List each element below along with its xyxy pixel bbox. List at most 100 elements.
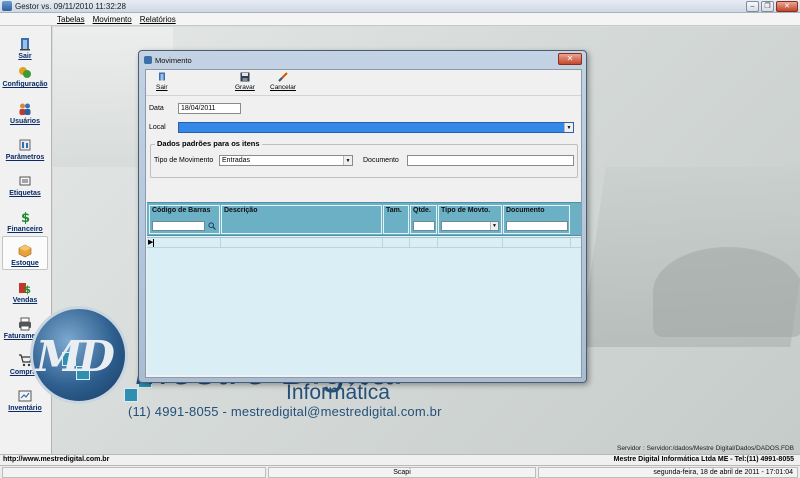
- tipo-movimento-label: Tipo de Movimento: [154, 157, 214, 164]
- sidebar-item-usuarios[interactable]: Usuários: [2, 93, 48, 127]
- minimize-button[interactable]: –: [746, 1, 759, 12]
- menu-bar: Tabelas Movimento Relatórios: [0, 13, 800, 26]
- svg-text:$: $: [21, 211, 30, 224]
- cancelar-button[interactable]: Cancelar: [270, 72, 296, 94]
- col-header: Tipo de Movto.: [441, 207, 491, 214]
- sidebar-item-label: Estoque: [11, 260, 39, 267]
- sidebar-item-estoque[interactable]: Estoque: [2, 236, 48, 270]
- table-cell-divider: [570, 238, 571, 247]
- users-icon: [19, 103, 31, 115]
- col-qtde: Qtde.: [410, 205, 437, 234]
- search-icon[interactable]: [208, 222, 216, 230]
- grid-documento-input[interactable]: [506, 221, 568, 231]
- printer-icon: [19, 317, 31, 331]
- background-shape: [653, 247, 800, 337]
- chevron-down-icon[interactable]: ▼: [343, 156, 352, 165]
- tipo-movimento-value: Entradas: [222, 157, 251, 164]
- gravar-button[interactable]: Gravar: [235, 72, 255, 94]
- documento-input[interactable]: [407, 155, 574, 166]
- tipo-movto-select[interactable]: ▼: [441, 221, 499, 231]
- menu-relatorios[interactable]: Relatórios: [139, 14, 177, 25]
- chevron-down-icon[interactable]: ▼: [564, 123, 573, 132]
- movimento-dialog: Movimento ✕ Sair Gravar Cancelar Data 18…: [138, 50, 587, 383]
- website-link[interactable]: http://www.mestredigital.com.br: [3, 456, 109, 463]
- data-label: Data: [149, 105, 164, 112]
- inventory-icon: [18, 390, 32, 402]
- sidebar-item-etiquetas[interactable]: Etiquetas: [2, 165, 48, 199]
- local-label: Local: [149, 124, 166, 131]
- sales-icon: $: [19, 283, 31, 295]
- dialog-body: Sair Gravar Cancelar Data 18/04/2011 Loc…: [145, 69, 582, 378]
- status-bar-top: http://www.mestredigital.com.br Mestre D…: [0, 454, 800, 465]
- items-grid-body[interactable]: ▶: [147, 237, 581, 375]
- sidebar-item-label: Usuários: [10, 118, 40, 125]
- chevron-down-icon[interactable]: ▼: [490, 222, 498, 230]
- sidebar-item-label: Etiquetas: [9, 190, 41, 197]
- table-cell-divider: [502, 238, 503, 247]
- dialog-titlebar[interactable]: Movimento ✕: [139, 51, 586, 69]
- sair-button[interactable]: Sair: [156, 72, 168, 94]
- col-documento: Documento: [503, 205, 570, 234]
- labels-icon: [19, 176, 31, 186]
- col-codigo-barras: Código de Barras: [149, 205, 220, 234]
- dialog-close-button[interactable]: ✕: [558, 53, 582, 65]
- status-user: Scapi: [268, 467, 536, 478]
- window-controls: – ❐ ✕: [746, 1, 798, 12]
- parameters-icon: [19, 139, 31, 151]
- group-title: Dados padrões para os itens: [155, 139, 262, 148]
- documento-label: Documento: [363, 157, 399, 164]
- sidebar-item-configuracao[interactable]: Configuração: [2, 56, 48, 90]
- sidebar-item-vendas[interactable]: $ Vendas: [2, 272, 48, 306]
- text-caret: [153, 239, 154, 247]
- dialog-title: Movimento: [155, 56, 192, 65]
- app-icon: [2, 1, 12, 11]
- table-cell-divider: [409, 238, 410, 247]
- logo-letters: MD: [36, 332, 115, 381]
- close-button[interactable]: ✕: [776, 1, 798, 12]
- col-tam: Tam.: [383, 205, 409, 234]
- default-items-group: Dados padrões para os itens Tipo de Movi…: [150, 139, 578, 178]
- col-tipo-movto: Tipo de Movto. ▼: [438, 205, 502, 234]
- col-descricao: Descrição: [221, 205, 382, 234]
- data-input[interactable]: 18/04/2011: [178, 103, 241, 114]
- status-datetime: segunda-feira, 18 de abril de 2011 - 17:…: [538, 467, 798, 478]
- status-bar-bottom: Scapi segunda-feira, 18 de abril de 2011…: [0, 465, 800, 478]
- sair-label: Sair: [156, 84, 168, 91]
- app-title: Gestor vs. 09/11/2010 11:32:28: [15, 1, 126, 11]
- sidebar-item-parametros[interactable]: Parâmetros: [2, 129, 48, 163]
- table-row[interactable]: ▶: [147, 238, 581, 248]
- tipo-movimento-select[interactable]: Entradas ▼: [219, 155, 353, 166]
- dollar-icon: $: [21, 211, 30, 224]
- local-select[interactable]: ▼: [178, 122, 574, 133]
- col-header: Tam.: [386, 207, 402, 214]
- col-header: Código de Barras: [152, 207, 211, 214]
- sidebar-item-label: Configuração: [2, 81, 48, 88]
- server-info: Servidor : Servidor:/dados/Mestre Digita…: [616, 445, 794, 452]
- restore-button[interactable]: ❐: [761, 1, 774, 12]
- sidebar-item-label: Vendas: [12, 297, 38, 304]
- col-header: Qtde.: [413, 207, 431, 214]
- company-info: Mestre Digital Informática Ltda ME - Tel…: [613, 456, 794, 463]
- save-icon: [240, 72, 250, 82]
- logo-subtitle: Informática: [286, 381, 390, 404]
- dialog-icon: [144, 56, 152, 64]
- qtde-input[interactable]: [413, 221, 435, 231]
- status-panel-empty: [2, 467, 266, 478]
- sidebar-item-label: Financeiro: [7, 226, 43, 233]
- col-header: Documento: [506, 207, 545, 214]
- col-header: Descrição: [224, 207, 258, 214]
- codigo-barras-input[interactable]: [152, 221, 205, 231]
- config-icon: [19, 67, 31, 78]
- gravar-label: Gravar: [235, 84, 255, 91]
- sidebar-item-label: Inventário: [8, 405, 42, 412]
- sidebar-item-label: Parâmetros: [5, 154, 45, 161]
- exit-icon: [158, 72, 165, 81]
- cancel-icon: [278, 72, 288, 82]
- sidebar-item-financeiro[interactable]: $ Financeiro: [2, 201, 48, 235]
- table-cell-divider: [437, 238, 438, 247]
- cancelar-label: Cancelar: [270, 84, 297, 91]
- menu-tabelas[interactable]: Tabelas: [56, 14, 86, 25]
- menu-movimento[interactable]: Movimento: [92, 14, 133, 25]
- box-icon: [18, 244, 32, 258]
- dialog-toolbar: Sair Gravar Cancelar: [146, 70, 581, 96]
